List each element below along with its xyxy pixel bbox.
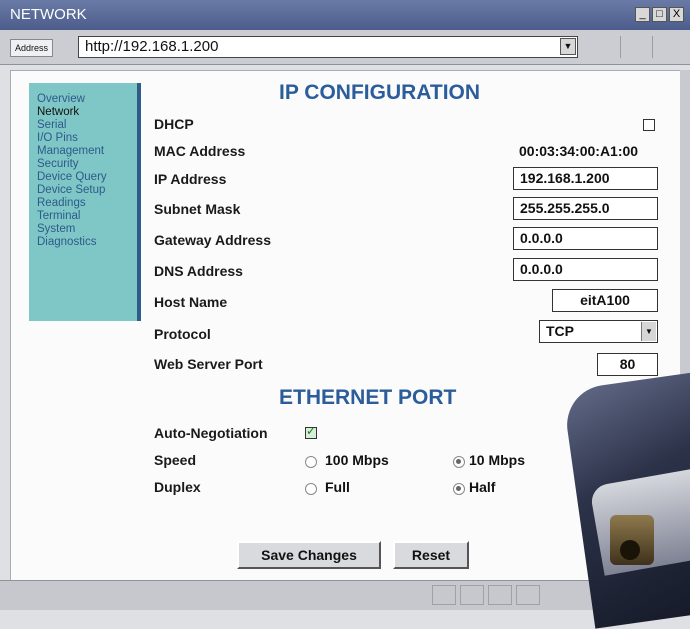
subnet-label: Subnet Mask — [154, 201, 241, 217]
sidebar-nav: Overview Network Serial I/O Pins Managem… — [29, 83, 141, 321]
gateway-label: Gateway Address — [154, 232, 271, 248]
auto-negotiation-checkbox[interactable] — [305, 424, 317, 439]
sidebar-item-device-setup[interactable]: Device Setup — [37, 184, 137, 197]
window-titlebar: NETWORK _ □ X — [0, 0, 690, 30]
port-opening — [620, 540, 640, 560]
maximize-icon[interactable]: □ — [652, 7, 667, 22]
ip-field[interactable]: 192.168.1.200 — [513, 167, 658, 190]
duplex-half-label: Half — [469, 479, 496, 495]
port-field[interactable]: 80 — [597, 353, 658, 376]
dns-field[interactable]: 0.0.0.0 — [513, 258, 658, 281]
sidebar-item-system[interactable]: System — [37, 223, 137, 236]
protocol-value: TCP — [546, 323, 574, 339]
speed-10-label: 10 Mbps — [469, 452, 526, 468]
host-label: Host Name — [154, 294, 228, 310]
duplex-label: Duplex — [154, 479, 201, 495]
protocol-label: Protocol — [154, 326, 211, 342]
dns-label: DNS Address — [154, 263, 243, 279]
sidebar-item-security[interactable]: Security — [37, 158, 137, 171]
speed-100-label: 100 Mbps — [325, 452, 389, 468]
close-icon[interactable]: X — [669, 7, 684, 22]
sidebar-item-diagnostics[interactable]: Diagnostics — [37, 236, 137, 249]
speed-10-radio[interactable] — [453, 456, 465, 468]
ip-label: IP Address — [154, 171, 227, 187]
status-cell — [488, 585, 512, 605]
chevron-down-icon[interactable]: ▼ — [641, 322, 656, 341]
toolbar-divider — [652, 36, 653, 58]
minimize-icon[interactable]: _ — [635, 7, 650, 22]
window-controls: _ □ X — [635, 7, 684, 22]
port-label: Web Server Port — [154, 356, 263, 372]
address-input[interactable]: http://192.168.1.200 — [78, 36, 578, 58]
reset-button[interactable]: Reset — [393, 541, 469, 569]
address-label: Address — [10, 39, 54, 57]
dhcp-label: DHCP — [154, 116, 194, 132]
sidebar-item-terminal[interactable]: Terminal — [37, 210, 137, 223]
speed-100-radio[interactable] — [305, 456, 317, 468]
mac-value: 00:03:34:00:A1:00 — [519, 143, 639, 159]
dhcp-checkbox[interactable] — [643, 119, 655, 131]
sidebar-item-overview[interactable]: Overview — [37, 93, 137, 106]
sidebar-item-io-pins[interactable]: I/O Pins — [37, 132, 137, 145]
duplex-full-label: Full — [325, 479, 350, 495]
save-changes-button[interactable]: Save Changes — [237, 541, 381, 569]
window-title: NETWORK — [10, 6, 87, 23]
status-bar — [0, 580, 690, 610]
auto-negotiation-label: Auto-Negotiation — [154, 425, 268, 441]
duplex-full-radio[interactable] — [305, 483, 317, 495]
status-cell — [460, 585, 484, 605]
subnet-field[interactable]: 255.255.255.0 — [513, 197, 658, 220]
duplex-half-radio[interactable] — [453, 483, 465, 495]
speed-label: Speed — [154, 452, 197, 468]
sidebar-item-serial[interactable]: Serial — [37, 119, 137, 132]
gateway-field[interactable]: 0.0.0.0 — [513, 227, 658, 250]
ip-config-title: IP CONFIGURATION — [279, 81, 481, 104]
sidebar-item-device-query[interactable]: Device Query — [37, 171, 137, 184]
sidebar-item-management[interactable]: Management — [37, 145, 137, 158]
address-bar: Address http://192.168.1.200 ▼ — [0, 30, 690, 65]
ethernet-title: ETHERNET PORT — [279, 386, 457, 409]
protocol-select[interactable]: TCP ▼ — [539, 320, 658, 343]
address-dropdown-icon[interactable]: ▼ — [560, 38, 576, 55]
toolbar-divider — [620, 36, 621, 58]
sidebar-item-readings[interactable]: Readings — [37, 197, 137, 210]
mac-label: MAC Address — [154, 143, 246, 159]
host-field[interactable]: eitA100 — [552, 289, 658, 312]
sidebar-item-network[interactable]: Network — [37, 106, 137, 119]
status-cell — [432, 585, 456, 605]
status-cell — [516, 585, 540, 605]
